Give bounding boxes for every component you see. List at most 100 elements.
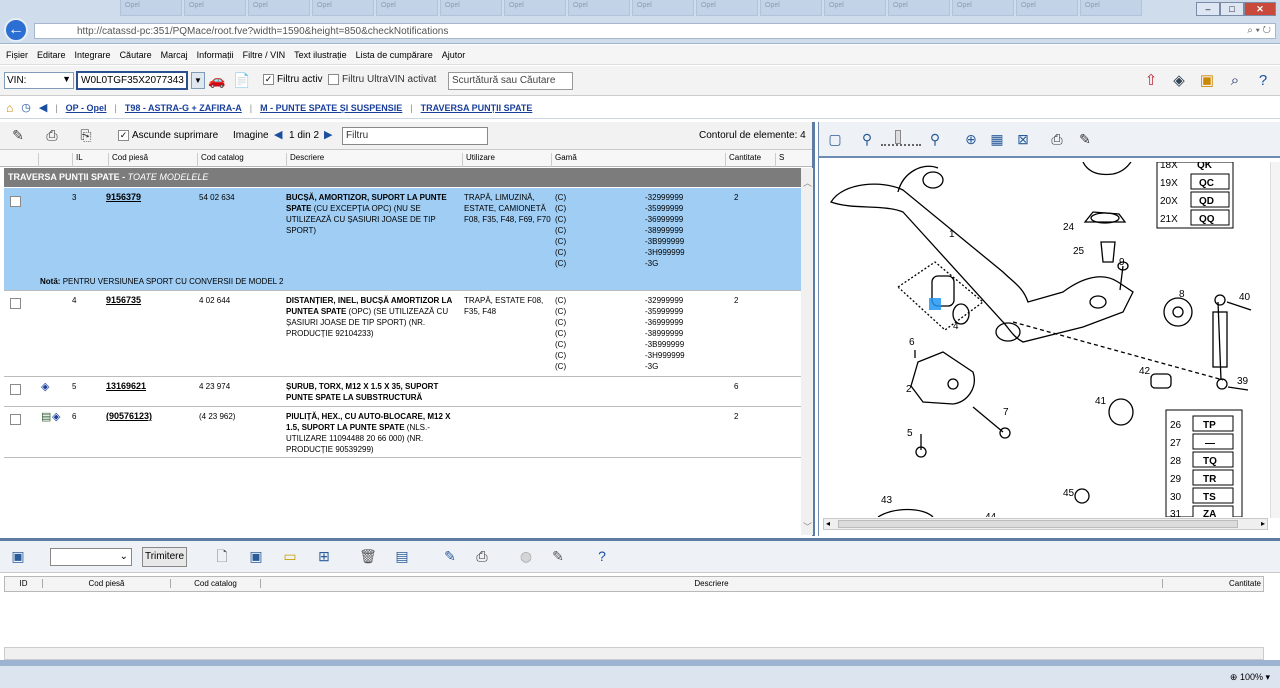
menu-file[interactable]: Fișier: [6, 50, 28, 60]
menu-help[interactable]: Ajutor: [442, 50, 466, 60]
menu-shopping-list[interactable]: Lista de cumpărare: [356, 50, 433, 60]
diagram-label[interactable]: 5: [907, 428, 913, 439]
trash-icon[interactable]: 🗑: [358, 547, 378, 565]
print-icon[interactable]: ⎙: [472, 547, 492, 565]
zoom-in-icon[interactable]: ⚲: [925, 130, 945, 148]
browser-tab[interactable]: Opel: [824, 0, 886, 16]
row-part-number[interactable]: 9156379: [106, 192, 141, 202]
browser-tab[interactable]: Opel: [184, 0, 246, 16]
fit-window-icon[interactable]: ▢: [825, 130, 845, 148]
technical-info-icon[interactable]: ◈: [52, 410, 60, 423]
browser-tab[interactable]: Opel: [248, 0, 310, 16]
diagram-label[interactable]: 40: [1239, 292, 1251, 303]
next-image-icon[interactable]: ▶: [324, 128, 332, 141]
print-icon[interactable]: ⎙: [42, 126, 62, 144]
filter-active-checkbox[interactable]: ✓: [263, 74, 274, 85]
breadcrumb-group[interactable]: M - PUNTE SPATE ȘI SUSPENSIE: [260, 103, 402, 113]
diagram-label[interactable]: 4: [953, 321, 959, 332]
close-button[interactable]: ✕: [1244, 2, 1276, 16]
add-icon[interactable]: ⊞: [314, 547, 334, 565]
col-usage[interactable]: Utilizare: [462, 153, 551, 167]
menu-search[interactable]: Căutare: [120, 50, 152, 60]
diagram-svg[interactable]: 1 2 4 5 6 7 8 9 24 25 39 40 41 42 43 45 …: [823, 162, 1268, 517]
cart-col-description[interactable]: Descriere: [261, 579, 1163, 588]
diagram-label[interactable]: 6: [909, 337, 915, 348]
col-il[interactable]: IL: [72, 153, 108, 167]
hotspot-icon[interactable]: ▦: [987, 130, 1007, 148]
cart-col-part[interactable]: Cod piesă: [43, 579, 171, 588]
car-icon[interactable]: 🚗: [207, 71, 227, 89]
prev-image-icon[interactable]: ◀: [274, 128, 282, 141]
diagram-label[interactable]: 1: [949, 229, 955, 240]
cart-scrollbar[interactable]: [4, 647, 1264, 660]
row-checkbox[interactable]: [10, 298, 21, 309]
maximize-button[interactable]: □: [1220, 2, 1244, 16]
home-icon[interactable]: ⌂: [6, 101, 13, 115]
zoom-level[interactable]: ⊕ 100% ▾: [1230, 672, 1270, 683]
rotate-icon[interactable]: ⊕: [961, 130, 981, 148]
col-range[interactable]: Gamă: [551, 153, 725, 167]
diagram-label[interactable]: 44: [985, 512, 997, 517]
col-part-number[interactable]: Cod piesă: [108, 153, 197, 167]
table-row[interactable]: ◈ 5 13169621 4 23 974 ȘURUB, TORX, M12 X…: [4, 378, 801, 407]
browser-tab[interactable]: Opel: [120, 0, 182, 16]
hide-deleted-checkbox[interactable]: ✓: [118, 130, 129, 141]
browser-tab[interactable]: Opel: [312, 0, 374, 16]
diagram-label[interactable]: 25: [1073, 246, 1085, 257]
help-icon[interactable]: ?: [1252, 70, 1274, 92]
vin-history-dropdown[interactable]: ▼: [191, 72, 205, 89]
row-checkbox[interactable]: [10, 414, 21, 425]
diagram-vertical-scrollbar[interactable]: [1270, 162, 1280, 518]
open-folder-icon[interactable]: ▭: [280, 547, 300, 565]
menu-integration[interactable]: Integrare: [75, 50, 111, 60]
browser-tab[interactable]: Opel: [696, 0, 758, 16]
menu-filters[interactable]: Filtre / VIN: [243, 50, 286, 60]
history-icon[interactable]: ◷: [21, 101, 31, 114]
browser-tab[interactable]: Opel: [760, 0, 822, 16]
filter-ultravin-toggle[interactable]: Filtru UltraVIN activat: [328, 74, 436, 85]
zoom-out-icon[interactable]: ⚲: [857, 130, 877, 148]
browser-tab[interactable]: Opel: [952, 0, 1014, 16]
address-bar[interactable]: http://catassd-pc:351/PQMace/root.fve?wi…: [34, 23, 1276, 39]
send-button[interactable]: Trimitere: [142, 547, 187, 567]
note-icon[interactable]: ✎: [440, 547, 460, 565]
filter-active-toggle[interactable]: ✓ Filtru activ: [263, 74, 323, 85]
search-book-icon[interactable]: ⌕: [1224, 70, 1246, 92]
breadcrumb-make[interactable]: OP - Opel: [66, 103, 107, 113]
browser-tab[interactable]: Opel: [1016, 0, 1078, 16]
menu-bookmark[interactable]: Marcaj: [161, 50, 188, 60]
col-s[interactable]: S: [775, 153, 801, 167]
browser-tab[interactable]: Opel: [440, 0, 502, 16]
vin-type-select[interactable]: VIN: ▼: [4, 72, 74, 89]
breadcrumb-model[interactable]: T98 - ASTRA-G + ZAFIRA-A: [125, 103, 242, 113]
no-hotspot-icon[interactable]: ⊠: [1013, 130, 1033, 148]
export-icon[interactable]: ⇧: [1140, 70, 1162, 92]
browser-tab[interactable]: Opel: [568, 0, 630, 16]
shortcut-search-input[interactable]: Scurtătură sau Căutare: [448, 72, 573, 90]
browser-tab[interactable]: Opel: [632, 0, 694, 16]
menu-edit[interactable]: Editare: [37, 50, 66, 60]
col-catalog-code[interactable]: Cod catalog: [197, 153, 286, 167]
edit-icon[interactable]: ✎: [8, 126, 28, 144]
note-icon[interactable]: ✎: [1075, 130, 1095, 148]
search-icon[interactable]: ⌕ ▾ ↻: [1247, 25, 1271, 36]
browser-tab[interactable]: Opel: [504, 0, 566, 16]
table-row[interactable]: 4 9156735 4 02 644 DISTANȚIER, INEL, BUC…: [4, 292, 801, 377]
row-part-number[interactable]: 9156735: [106, 295, 141, 305]
breadcrumb-section[interactable]: TRAVERSA PUNȚII SPATE: [421, 103, 533, 113]
back-arrow-icon[interactable]: ←: [4, 18, 28, 42]
diagram-label[interactable]: 8: [1179, 289, 1185, 300]
vin-report-icon[interactable]: 📄: [232, 71, 252, 89]
cart-col-quantity[interactable]: Cantitate: [1163, 579, 1265, 588]
zoom-slider[interactable]: [881, 130, 921, 146]
technical-info-icon[interactable]: ◈: [41, 380, 49, 393]
browser-tab[interactable]: Opel: [1080, 0, 1142, 16]
back-triangle-icon[interactable]: ◀: [39, 101, 47, 114]
exploded-diagram[interactable]: 1 2 4 5 6 7 8 9 24 25 39 40 41 42 43 45 …: [823, 162, 1268, 517]
help-icon[interactable]: ?: [592, 547, 612, 565]
cart-select[interactable]: ⌄: [50, 548, 132, 566]
browser-tab[interactable]: Opel: [376, 0, 438, 16]
row-checkbox[interactable]: [10, 196, 21, 207]
diagram-label[interactable]: 2: [906, 384, 912, 395]
diagram-label[interactable]: 43: [881, 495, 893, 506]
